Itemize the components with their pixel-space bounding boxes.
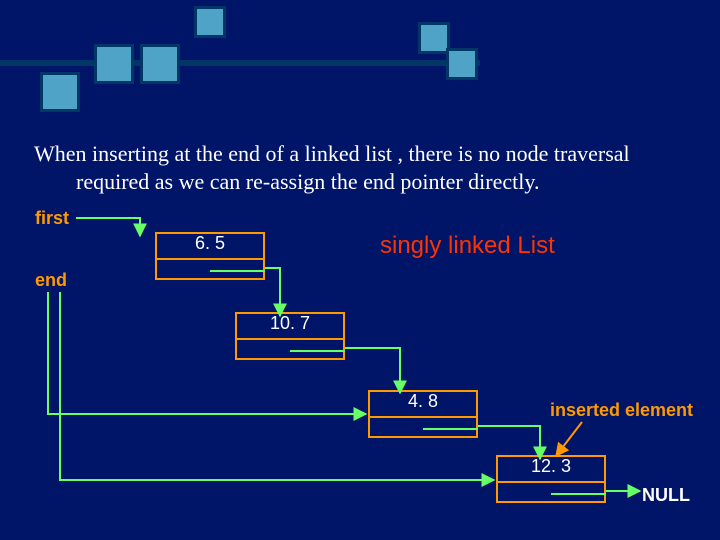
arrow-node1-to-node2	[265, 268, 280, 316]
node-1-value: 6. 5	[157, 233, 263, 254]
end-label: end	[35, 270, 67, 291]
node-divider	[496, 481, 606, 483]
node-3: 4. 8	[368, 390, 478, 438]
null-label: NULL	[642, 485, 690, 506]
node-divider	[368, 416, 478, 418]
node-4: 12. 3	[496, 455, 606, 503]
node-divider	[155, 258, 265, 260]
node-pointer-stub	[551, 493, 606, 495]
node-3-value: 4. 8	[370, 391, 476, 412]
node-pointer-stub	[290, 350, 345, 352]
header-square-1	[194, 6, 226, 38]
arrow-inserted-callout	[556, 422, 582, 456]
node-2: 10. 7	[235, 312, 345, 360]
node-4-value: 12. 3	[498, 456, 604, 477]
node-divider	[235, 338, 345, 340]
node-pointer-stub	[423, 428, 478, 430]
paragraph-line-1: When inserting at the end of a linked li…	[34, 141, 630, 166]
description-paragraph: When inserting at the end of a linked li…	[34, 140, 694, 195]
first-label: first	[35, 208, 69, 229]
header-square-5	[140, 44, 180, 84]
header-square-3	[446, 48, 478, 80]
header-rule	[0, 60, 480, 66]
arrow-first-to-node1	[76, 218, 140, 236]
inserted-element-label: inserted element	[550, 400, 693, 421]
paragraph-line-2: required as we can re-assign the end poi…	[34, 168, 694, 196]
node-pointer-stub	[210, 270, 265, 272]
node-1: 6. 5	[155, 232, 265, 280]
node-2-value: 10. 7	[237, 313, 343, 334]
header-square-4	[94, 44, 134, 84]
header-square-6	[40, 72, 80, 112]
arrow-node2-to-node3	[345, 348, 400, 393]
slide-stage: When inserting at the end of a linked li…	[0, 0, 720, 540]
list-title: singly linked List	[380, 232, 555, 260]
